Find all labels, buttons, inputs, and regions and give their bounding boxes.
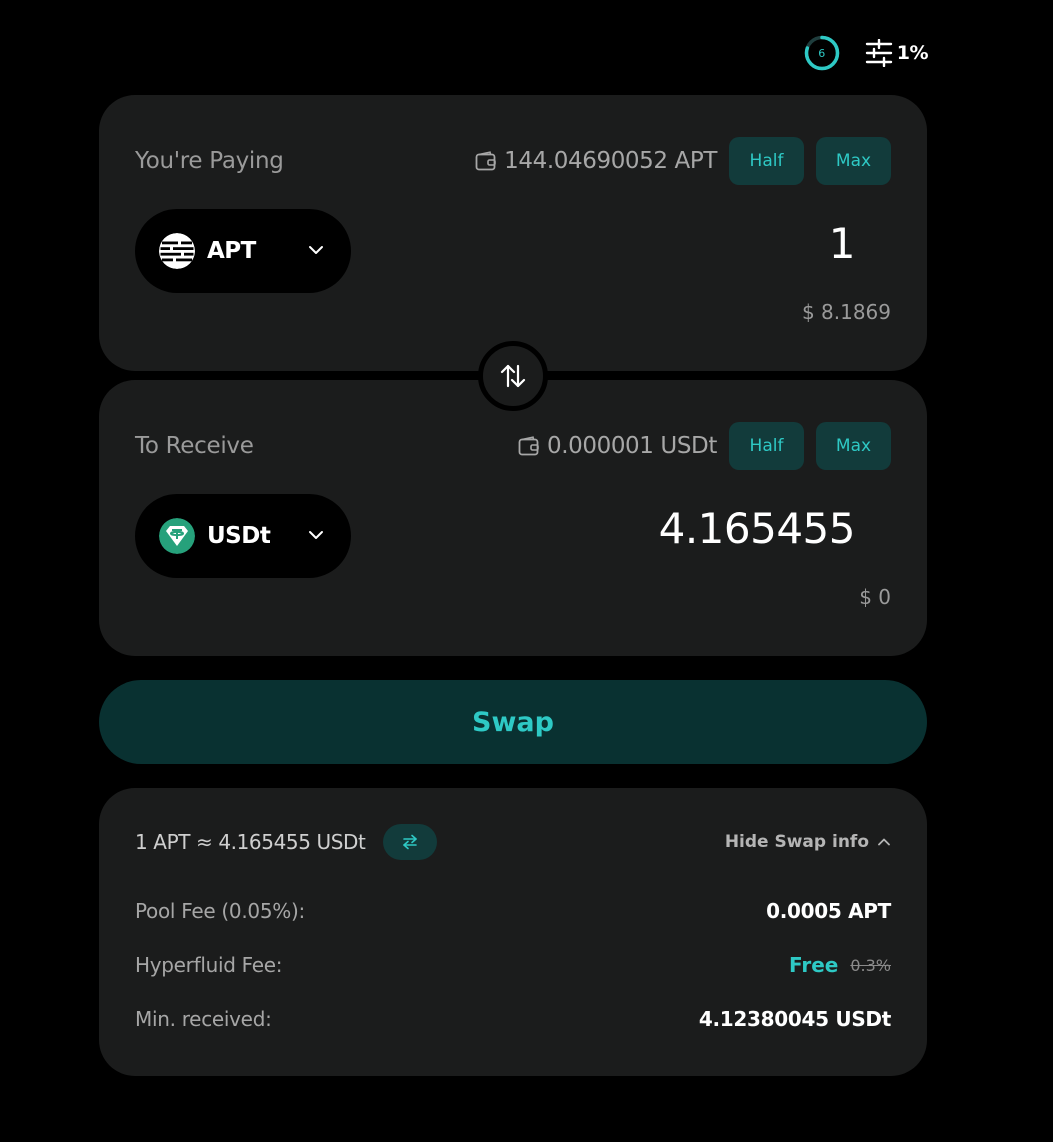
receive-balance-group: 0.000001 USDt Half Max xyxy=(518,422,891,470)
pay-token-select[interactable]: APT xyxy=(135,209,351,293)
receive-usd-value: $ 0 xyxy=(859,585,891,609)
receive-balance-value: 0.000001 USDt xyxy=(546,433,717,459)
min-received-label: Min. received: xyxy=(135,1007,272,1031)
wallet-icon xyxy=(475,151,496,171)
exchange-rate: 1 APT ≈ 4.165455 USDt xyxy=(135,830,366,854)
pay-balance-value: 144.04690052 APT xyxy=(504,148,717,174)
hyperfluid-fee-value: Free 0.3% xyxy=(789,953,891,977)
min-received-value: 4.12380045 USDt xyxy=(698,1007,891,1031)
pool-fee-row: Pool Fee (0.05%): 0.0005 APT xyxy=(135,896,891,926)
receive-amount-output xyxy=(455,504,855,553)
swap-info-panel: 1 APT ≈ 4.165455 USDt Hide Swap info Poo… xyxy=(99,788,927,1076)
apt-token-icon xyxy=(159,233,195,269)
pay-usd-value: $ 8.1869 xyxy=(801,300,891,324)
pay-amount-input[interactable] xyxy=(455,219,855,268)
pay-header: You're Paying 144.04690052 APT Half Max xyxy=(135,137,891,185)
hyperfluid-fee-label: Hyperfluid Fee: xyxy=(135,953,283,977)
hyperfluid-fee-free: Free xyxy=(788,953,839,977)
rate-group: 1 APT ≈ 4.165455 USDt xyxy=(135,824,438,860)
sliders-icon xyxy=(865,39,892,67)
rate-row: 1 APT ≈ 4.165455 USDt Hide Swap info xyxy=(135,824,891,860)
min-received-row: Min. received: 4.12380045 USDt xyxy=(135,1004,891,1034)
receive-label: To Receive xyxy=(135,433,254,459)
receive-max-button[interactable]: Max xyxy=(816,422,891,470)
flip-tokens-button[interactable] xyxy=(478,341,548,411)
swap-arrows-icon xyxy=(500,364,526,388)
pool-fee-value: 0.0005 APT xyxy=(766,899,891,923)
countdown-value: 6 xyxy=(818,46,826,60)
slippage-settings-button[interactable]: 1% xyxy=(865,39,929,67)
top-bar: 6 1% xyxy=(803,34,929,72)
pay-token-name: APT xyxy=(207,238,256,264)
pay-half-button[interactable]: Half xyxy=(729,137,804,185)
hyperfluid-fee-row: Hyperfluid Fee: Free 0.3% xyxy=(135,950,891,980)
chevron-down-icon xyxy=(309,246,323,254)
receive-balance: 0.000001 USDt xyxy=(518,433,717,459)
pay-panel: You're Paying 144.04690052 APT Half Max xyxy=(99,95,927,371)
chevron-up-icon xyxy=(878,838,890,846)
refresh-countdown[interactable]: 6 xyxy=(803,34,841,72)
receive-header: To Receive 0.000001 USDt Half Max xyxy=(135,422,891,470)
usdt-token-icon xyxy=(159,518,195,554)
chevron-down-icon xyxy=(309,531,323,539)
toggle-info-label: Hide Swap info xyxy=(724,832,869,852)
invert-arrows-icon xyxy=(403,834,418,850)
pay-balance: 144.04690052 APT xyxy=(475,148,717,174)
pay-balance-group: 144.04690052 APT Half Max xyxy=(475,137,891,185)
pool-fee-label: Pool Fee (0.05%): xyxy=(135,899,305,923)
receive-token-name: USDt xyxy=(207,523,271,549)
hide-swap-info-toggle[interactable]: Hide Swap info xyxy=(725,832,891,852)
swap-button[interactable]: Swap xyxy=(99,680,927,764)
receive-half-button[interactable]: Half xyxy=(729,422,804,470)
wallet-icon xyxy=(518,436,539,456)
receive-panel: To Receive 0.000001 USDt Half Max USDt 4… xyxy=(99,380,927,656)
pay-max-button[interactable]: Max xyxy=(816,137,891,185)
slippage-value: 1% xyxy=(896,42,929,64)
receive-token-select[interactable]: USDt xyxy=(135,494,351,578)
hyperfluid-fee-original: 0.3% xyxy=(850,955,891,975)
pay-label: You're Paying xyxy=(135,148,284,174)
invert-rate-button[interactable] xyxy=(383,824,438,860)
